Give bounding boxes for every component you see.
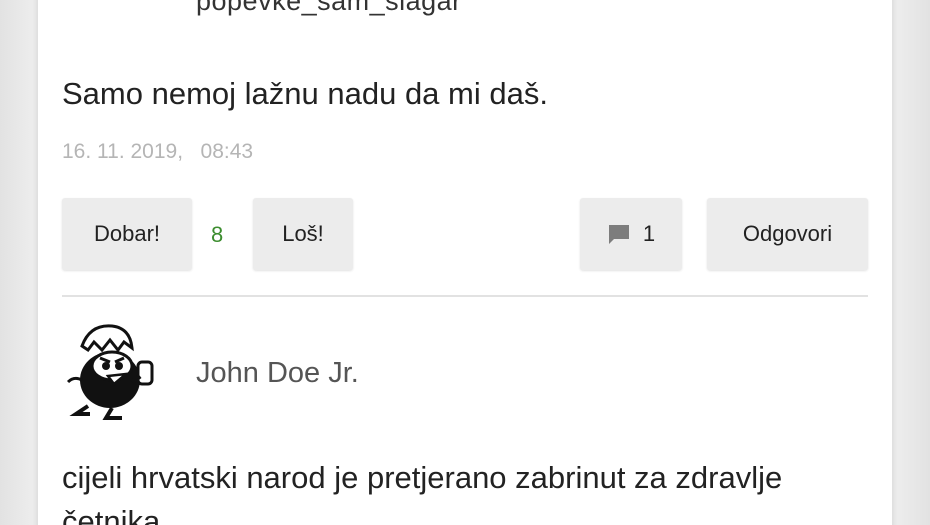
comment-divider	[62, 295, 868, 297]
comment-timestamp: 16. 11. 2019, 08:43	[62, 140, 254, 163]
reply-button-label: Odgovori	[742, 221, 833, 246]
reply-button[interactable]: Odgovori	[707, 198, 868, 270]
replies-count: 1	[642, 221, 656, 246]
comment-text: Samo nemoj lažnu nadu da mi daš.	[62, 76, 548, 111]
upvote-button[interactable]: Dobar!	[62, 198, 192, 270]
replies-button[interactable]: 1	[580, 198, 682, 270]
page: popevke_sam_slagar Samo nemoj lažnu nadu…	[0, 0, 930, 525]
previous-comment-username[interactable]: popevke_sam_slagar	[196, 0, 462, 17]
next-comment-text: cijeli hrvatski narod je pretjerano zabr…	[62, 460, 783, 525]
comment-author[interactable]: John Doe Jr.	[196, 357, 359, 390]
vote-score: 8	[211, 222, 224, 247]
comment-bubble-icon	[607, 222, 631, 246]
cartoon-chick-avatar-icon	[66, 324, 154, 420]
author-avatar[interactable]	[60, 318, 170, 428]
upvote-button-label: Dobar!	[93, 221, 161, 246]
downvote-button-label: Loš!	[282, 221, 324, 246]
downvote-button[interactable]: Loš!	[253, 198, 353, 270]
